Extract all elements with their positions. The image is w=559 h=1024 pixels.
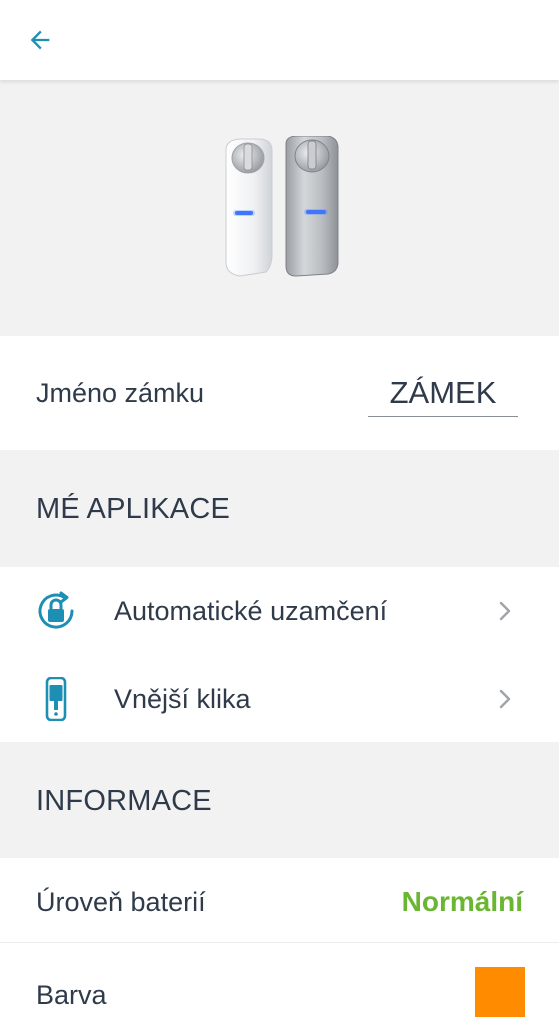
auto-lock-row[interactable]: Automatické uzamčení [0,567,559,656]
arrow-left-icon [30,30,50,50]
battery-status-value: Normální [401,886,523,917]
my-apps-section-header: MÉ APLIKACE [0,450,559,566]
my-apps-title: MÉ APLIKACE [36,493,230,525]
auto-lock-icon [38,591,74,629]
back-button[interactable] [22,22,58,58]
chevron-right-icon [499,689,511,709]
outer-handle-label: Vnější klika [114,684,251,714]
lock-name-row: Jméno zámku [0,336,559,450]
battery-label: Úroveň baterií [36,887,206,917]
battery-row: Úroveň baterií Normální [0,858,559,943]
lock-name-input[interactable] [368,370,518,417]
color-swatch [475,967,525,1017]
chevron-right-icon [499,601,511,621]
info-title: INFORMACE [36,785,212,817]
info-section-header: INFORMACE [0,742,559,858]
auto-lock-label: Automatické uzamčení [114,596,388,626]
color-label: Barva [36,980,107,1010]
outer-handle-row[interactable]: Vnější klika [0,655,559,742]
hero-section [0,82,559,336]
lock-name-label: Jméno zámku [36,378,205,408]
color-row: Barva [0,943,559,1024]
lock-device-image [225,136,339,277]
outer-handle-icon [45,677,67,721]
top-app-bar [0,0,559,80]
